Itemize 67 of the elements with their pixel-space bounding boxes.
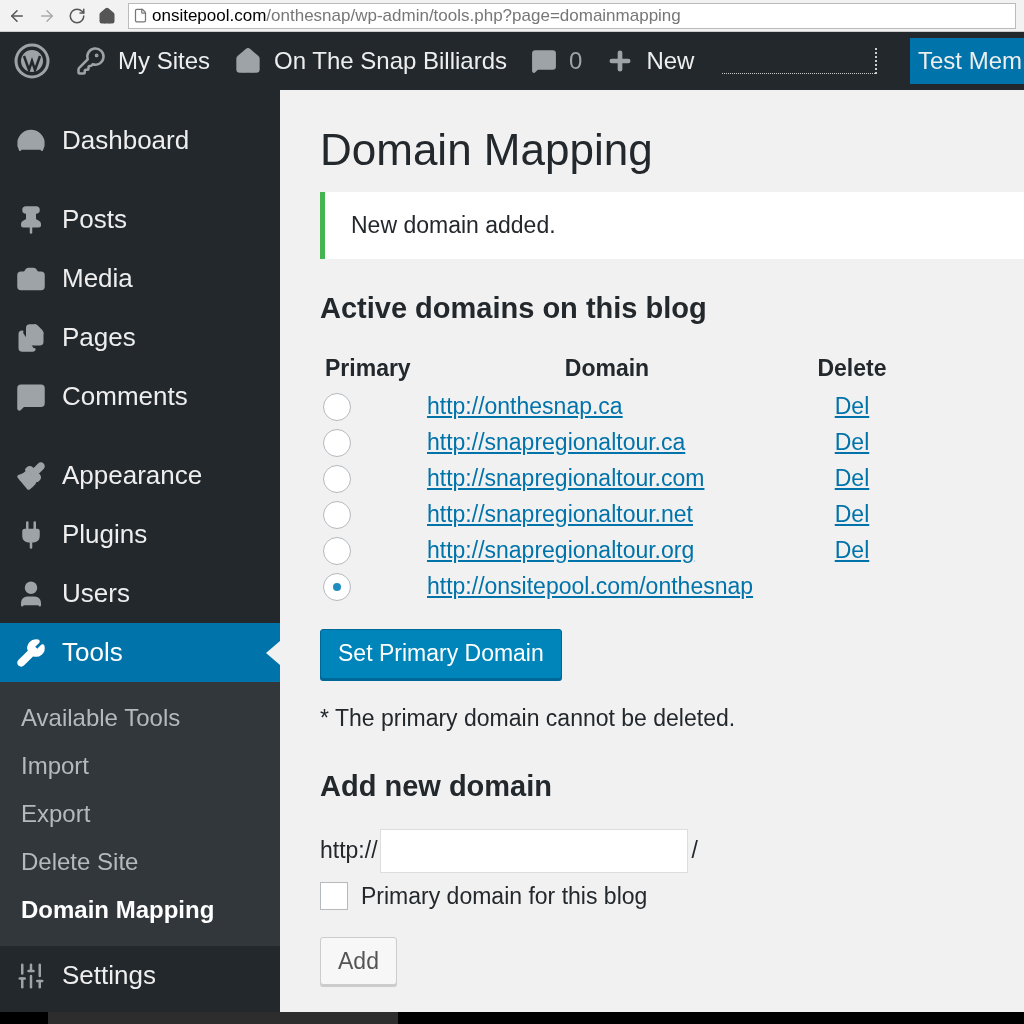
page-icon — [133, 8, 148, 23]
sidebar-item[interactable]: Plugins — [0, 505, 280, 564]
radio-button[interactable] — [323, 536, 351, 565]
delete-link[interactable]: Del — [834, 461, 870, 496]
home-icon[interactable] — [98, 6, 116, 25]
radio-button[interactable] — [323, 392, 351, 421]
domain-link[interactable]: http://snapregionaltour.net — [427, 497, 693, 532]
domain-link[interactable]: http://onthesnap.ca — [427, 389, 623, 424]
sidebar-item[interactable]: Media — [0, 249, 280, 308]
account-link[interactable]: Test Mem — [910, 38, 1024, 84]
domain-link[interactable]: http://snapregionaltour.ca — [427, 425, 686, 460]
page-title: Domain Mapping — [320, 124, 654, 176]
domain-link[interactable]: http://snapregionaltour.com — [427, 461, 705, 496]
sidebar-item[interactable]: Users — [0, 564, 280, 623]
success-notice: New domain added. — [320, 192, 1024, 259]
prefix-label: http:// — [320, 836, 378, 866]
column-header: Domain — [563, 353, 651, 383]
sidebar-item[interactable]: Comments — [0, 367, 280, 426]
checkbox-label: Primary domain for this blog — [361, 881, 648, 911]
submenu-item[interactable]: Available Tools — [0, 694, 280, 742]
note-text: * The primary domain cannot be deleted. — [320, 703, 737, 733]
paintbrush-icon — [16, 460, 46, 491]
reload-icon[interactable] — [68, 6, 86, 25]
domain-link[interactable]: http://onsitepool.com/onthesnap — [427, 569, 754, 604]
speech-bubble-icon — [531, 48, 558, 74]
add-button[interactable]: Add — [320, 937, 397, 985]
sidebar-item[interactable]: Posts — [0, 190, 280, 249]
radio-button[interactable] — [323, 572, 351, 601]
search-field[interactable] — [722, 48, 878, 74]
set-primary-button[interactable]: Set Primary Domain — [320, 628, 562, 679]
domain-link[interactable]: http://snapregionaltour.org — [427, 533, 695, 568]
submenu-item[interactable]: Domain Mapping — [0, 886, 280, 934]
url-host: onsitepool.com — [152, 4, 267, 27]
delete-link[interactable]: Del — [834, 425, 870, 460]
section-heading: Add new domain — [320, 769, 553, 804]
pages-icon — [16, 322, 46, 353]
column-header: Delete — [816, 353, 888, 383]
sidebar-item[interactable]: Appearance — [0, 446, 280, 505]
pointer-arrow-icon — [266, 641, 280, 665]
url-path: /onthesnap/wp-admin/tools.php?page=domainmapping — [266, 4, 681, 27]
submenu-item[interactable]: Import — [0, 742, 280, 790]
radio-button[interactable] — [323, 428, 351, 457]
key-icon — [76, 46, 106, 76]
house-icon — [234, 47, 262, 75]
wordpress-logo-icon[interactable] — [14, 43, 50, 79]
submenu-item[interactable]: Export — [0, 790, 280, 838]
checkbox[interactable] — [320, 881, 348, 910]
delete-link[interactable]: Del — [834, 497, 870, 532]
submenu-item[interactable]: Delete Site — [0, 838, 280, 886]
domain-input[interactable] — [379, 828, 688, 873]
radio-button[interactable] — [323, 464, 351, 493]
new-link[interactable]: New — [594, 43, 707, 79]
my-sites-link[interactable]: My Sites — [64, 43, 222, 79]
delete-link[interactable]: Del — [834, 389, 870, 424]
address-bar[interactable]: onsitepool.com/onthesnap/wp-admin/tools.php?page=domainmapping — [128, 2, 1016, 29]
sidebar-item[interactable]: Pages — [0, 308, 280, 367]
suffix-label: / — [691, 836, 698, 866]
comments-link[interactable]: 0 — [519, 43, 595, 79]
site-name-link[interactable]: On The Snap Billiards — [222, 43, 520, 79]
radio-button[interactable] — [323, 500, 351, 529]
wrench-icon — [16, 637, 46, 668]
section-heading: Active domains on this blog — [320, 291, 708, 326]
sidebar-item[interactable]: Dashboard — [0, 111, 280, 170]
sidebar-item[interactable]: Tools — [0, 623, 280, 682]
delete-link[interactable]: Del — [834, 533, 870, 568]
sidebar-item[interactable]: Settings — [0, 946, 280, 1005]
column-header: Primary — [324, 353, 412, 383]
